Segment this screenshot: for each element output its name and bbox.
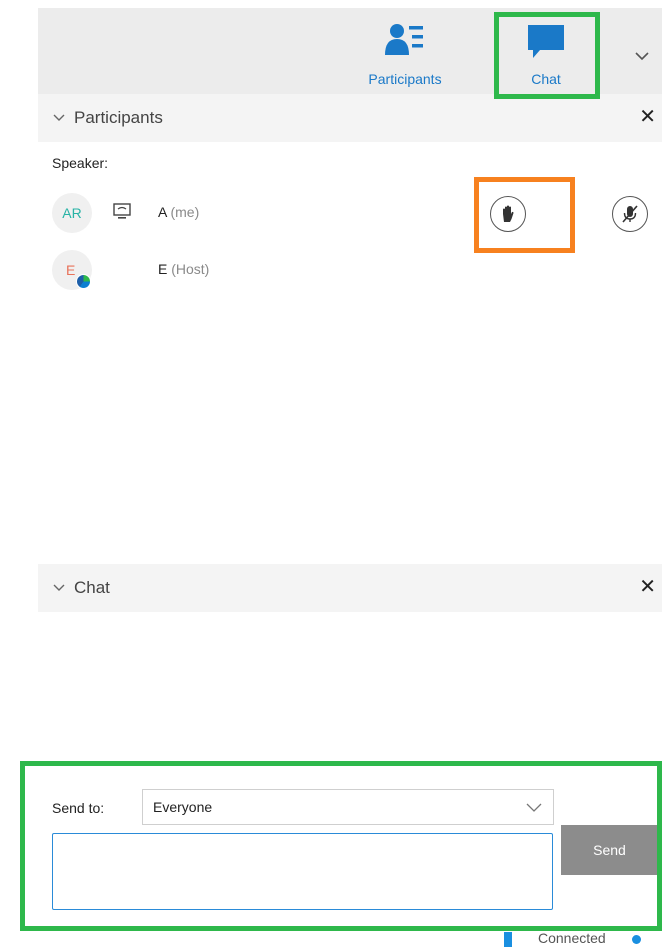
chevron-down-icon <box>53 584 65 591</box>
chat-toolbar-label: Chat <box>531 71 561 87</box>
microphone-muted-icon <box>622 205 638 223</box>
send-to-label: Send to: <box>52 800 105 816</box>
participant-name: E <box>158 261 168 277</box>
participant-name-me: A (me) <box>158 204 199 220</box>
mute-button[interactable] <box>612 196 648 232</box>
participant-row-me[interactable]: AR A (me) <box>52 193 662 237</box>
close-chat-icon[interactable]: ✕ <box>639 574 656 599</box>
avatar: AR <box>52 193 92 233</box>
participant-name-host: E (Host) <box>158 261 209 277</box>
chat-toolbar-button[interactable]: Chat <box>496 8 596 96</box>
status-text: Connected <box>538 930 606 946</box>
chevron-down-icon[interactable] <box>632 46 652 66</box>
chevron-down-icon <box>53 114 65 121</box>
close-participants-icon[interactable]: ✕ <box>639 104 656 129</box>
send-button[interactable]: Send <box>561 825 658 875</box>
participant-row-host[interactable]: E E (Host) <box>52 250 662 294</box>
participants-toolbar-button[interactable]: Participants <box>360 8 450 96</box>
participants-toolbar-label: Participants <box>368 71 442 87</box>
send-to-value: Everyone <box>153 799 213 815</box>
chevron-down-icon <box>526 803 542 812</box>
speaker-label: Speaker: <box>52 155 109 171</box>
meeting-side-panel: Participants Chat Participants ✕ Speaker… <box>0 0 662 947</box>
participants-section-header[interactable]: Participants ✕ <box>38 94 662 142</box>
raise-hand-button[interactable] <box>490 196 526 232</box>
screen-share-icon <box>113 203 131 219</box>
top-toolbar: Participants Chat <box>38 8 662 96</box>
send-to-dropdown[interactable]: Everyone <box>142 789 554 825</box>
participant-role: (me) <box>170 204 200 220</box>
status-dot-icon <box>632 935 641 944</box>
chat-message-input[interactable] <box>52 833 553 910</box>
connection-status: Connected <box>504 928 662 947</box>
webex-app-badge-icon <box>76 274 91 289</box>
participants-section-title: Participants <box>74 108 163 127</box>
participant-name: A <box>158 204 167 220</box>
chat-section-title: Chat <box>74 578 110 597</box>
participant-role: (Host) <box>171 261 210 277</box>
raise-hand-icon <box>503 205 514 222</box>
chat-bubble-icon <box>528 25 564 58</box>
chat-section-header[interactable]: Chat ✕ <box>38 564 662 612</box>
status-bar-icon <box>504 932 512 947</box>
participants-icon <box>385 24 423 55</box>
